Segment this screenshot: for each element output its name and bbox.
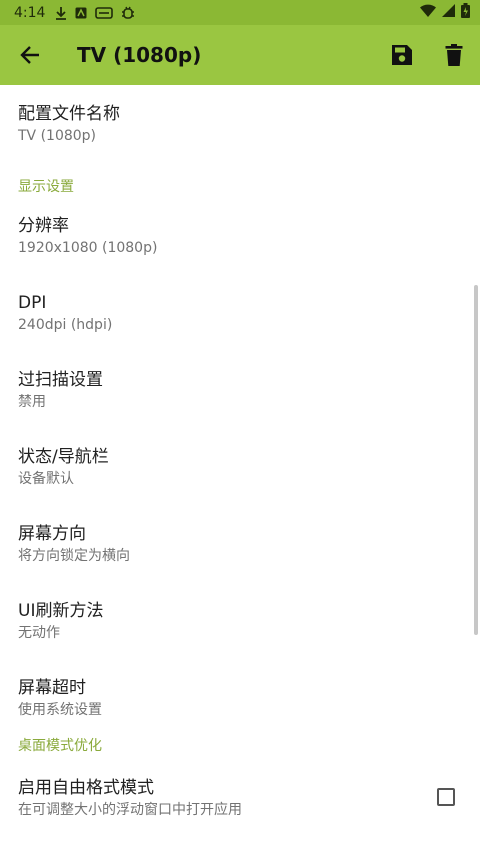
dpi-item[interactable]: DPI 240dpi (hdpi) — [0, 279, 480, 356]
save-icon — [392, 45, 412, 65]
desktop-mode-header: 桌面模式优化 — [18, 738, 102, 754]
screen-orientation-value: 将方向锁定为横向 — [18, 548, 130, 564]
app-notification-icon — [75, 7, 87, 19]
cell-signal-icon — [442, 4, 455, 21]
debug-notification-icon — [121, 6, 135, 20]
ui-refresh-item[interactable]: UI刷新方法 无动作 — [0, 587, 480, 664]
settings-list: 配置文件名称 TV (1080p) 显示设置 分辨率 1920x1080 (10… — [0, 85, 480, 852]
profile-name-item[interactable]: 配置文件名称 TV (1080p) — [0, 85, 480, 172]
freeform-mode-checkbox[interactable] — [437, 788, 455, 806]
resolution-item[interactable]: 分辨率 1920x1080 (1080p) — [0, 202, 480, 279]
ui-refresh-label: UI刷新方法 — [18, 601, 104, 621]
back-arrow-icon — [20, 46, 39, 64]
overscan-item[interactable]: 过扫描设置 禁用 — [0, 356, 480, 433]
download-icon — [55, 6, 67, 20]
save-button[interactable] — [376, 25, 428, 85]
delete-button[interactable] — [428, 25, 480, 85]
status-nav-bar-label: 状态/导航栏 — [18, 447, 109, 467]
scrollbar[interactable] — [474, 285, 478, 635]
resolution-value: 1920x1080 (1080p) — [18, 240, 158, 256]
back-button[interactable] — [0, 25, 60, 85]
status-nav-bar-value: 设备默认 — [18, 471, 74, 487]
app-bar: TV (1080p) — [0, 25, 480, 85]
overscan-label: 过扫描设置 — [18, 370, 103, 390]
ui-refresh-value: 无动作 — [18, 625, 60, 641]
battery-icon — [461, 3, 470, 22]
keyboard-notification-icon — [95, 6, 114, 19]
resolution-label: 分辨率 — [18, 216, 69, 236]
freeform-mode-value: 在可调整大小的浮动窗口中打开应用 — [18, 802, 242, 818]
page-title: TV (1080p) — [77, 43, 202, 67]
trash-icon — [445, 44, 463, 66]
screen-orientation-label: 屏幕方向 — [18, 524, 86, 544]
profile-name-value: TV (1080p) — [18, 128, 97, 144]
freeform-mode-item[interactable]: 启用自由格式模式 在可调整大小的浮动窗口中打开应用 — [0, 762, 480, 832]
overscan-value: 禁用 — [18, 394, 46, 410]
status-bar: 4:14 — [0, 0, 480, 25]
display-settings-header: 显示设置 — [18, 179, 74, 195]
freeform-mode-label: 启用自由格式模式 — [18, 778, 154, 798]
screen-timeout-label: 屏幕超时 — [18, 678, 86, 698]
wifi-icon — [420, 4, 436, 21]
profile-name-label: 配置文件名称 — [18, 104, 120, 124]
status-nav-bar-item[interactable]: 状态/导航栏 设备默认 — [0, 433, 480, 510]
status-time: 4:14 — [14, 4, 46, 21]
screen-timeout-value: 使用系统设置 — [18, 702, 102, 718]
dpi-value: 240dpi (hdpi) — [18, 317, 113, 333]
screen-timeout-item[interactable]: 屏幕超时 使用系统设置 — [0, 664, 480, 730]
dpi-label: DPI — [18, 293, 47, 313]
screen-orientation-item[interactable]: 屏幕方向 将方向锁定为横向 — [0, 510, 480, 587]
